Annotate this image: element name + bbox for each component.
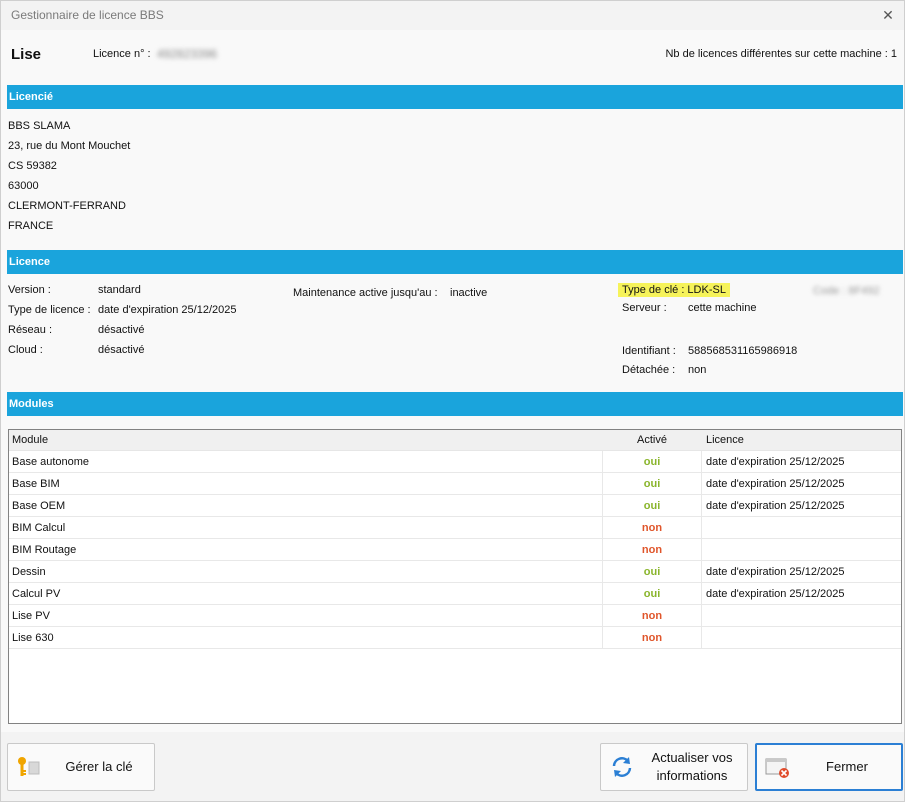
version-value: standard <box>98 284 141 296</box>
network-label: Réseau : <box>8 324 53 336</box>
section-header-modules: Modules <box>7 392 903 416</box>
key-type-highlight: Type de clé : LDK-SL <box>618 283 730 297</box>
module-licence: date d'expiration 25/12/2025 <box>706 456 845 468</box>
table-row[interactable]: BIM Routage non <box>9 539 901 561</box>
close-window-icon <box>763 752 793 782</box>
table-row[interactable]: Base BIM oui date d'expiration 25/12/202… <box>9 473 901 495</box>
maintenance-label: Maintenance active jusqu'au : <box>293 287 438 299</box>
update-info-line1: Actualiser vos <box>651 750 733 765</box>
update-info-label: Actualiser vos informations <box>637 749 747 785</box>
column-header-licence[interactable]: Licence <box>706 434 744 446</box>
table-row[interactable]: Dessin oui date d'expiration 25/12/2025 <box>9 561 901 583</box>
table-row[interactable]: BIM Calcul non <box>9 517 901 539</box>
table-row[interactable]: Lise PV non <box>9 605 901 627</box>
module-licence: date d'expiration 25/12/2025 <box>706 588 845 600</box>
address-line: 23, rue du Mont Mouchet <box>8 140 131 152</box>
address-line: CS 59382 <box>8 160 57 172</box>
close-icon[interactable]: ✕ <box>878 5 898 25</box>
module-name: Base autonome <box>12 456 90 468</box>
address-line: 63000 <box>8 180 39 192</box>
address-line: BBS SLAMA <box>8 120 71 132</box>
module-status: non <box>602 627 702 648</box>
module-name: BIM Routage <box>12 544 77 556</box>
server-value: cette machine <box>688 302 757 314</box>
server-label: Serveur : <box>622 302 667 314</box>
table-header: Module Activé Licence <box>9 430 901 451</box>
section-header-licencie: Licencié <box>7 85 903 109</box>
module-name: Base OEM <box>12 500 66 512</box>
key-icon <box>14 752 44 782</box>
detached-label: Détachée : <box>622 364 676 376</box>
licence-number-label: Licence n° : <box>93 48 151 60</box>
cloud-label: Cloud : <box>8 344 43 356</box>
section-header-licence: Licence <box>7 250 903 274</box>
manage-key-button[interactable]: Gérer la clé <box>7 743 155 791</box>
title-bar: Gestionnaire de licence BBS ✕ <box>1 1 904 30</box>
network-value: désactivé <box>98 324 145 336</box>
module-name: BIM Calcul <box>12 522 66 534</box>
module-status: oui <box>602 583 702 604</box>
licence-type-label: Type de licence : <box>8 304 91 316</box>
key-code: Code : 8F492 <box>813 285 880 297</box>
window-title: Gestionnaire de licence BBS <box>11 8 164 22</box>
manage-key-label: Gérer la clé <box>65 759 133 774</box>
module-licence: date d'expiration 25/12/2025 <box>706 478 845 490</box>
licence-type-value: date d'expiration 25/12/2025 <box>98 304 237 316</box>
module-name: Dessin <box>12 566 46 578</box>
module-status: oui <box>602 561 702 582</box>
module-status: oui <box>602 473 702 494</box>
version-label: Version : <box>8 284 51 296</box>
address-line: FRANCE <box>8 220 54 232</box>
close-button[interactable]: Fermer <box>755 743 903 791</box>
module-licence: date d'expiration 25/12/2025 <box>706 566 845 578</box>
update-info-line2: informations <box>656 768 728 783</box>
update-info-button[interactable]: Actualiser vos informations <box>600 743 748 791</box>
table-row[interactable]: Calcul PV oui date d'expiration 25/12/20… <box>9 583 901 605</box>
module-status: oui <box>602 451 702 472</box>
module-status: oui <box>602 495 702 516</box>
module-status: non <box>602 517 702 538</box>
refresh-icon <box>607 752 637 782</box>
module-name: Lise PV <box>12 610 50 622</box>
content-area: Lise Licence n° : 492823396 Nb de licenc… <box>1 30 904 732</box>
identifier-label: Identifiant : <box>622 345 676 357</box>
module-name: Calcul PV <box>12 588 61 600</box>
module-status: non <box>602 605 702 626</box>
app-name: Lise <box>11 46 42 63</box>
module-status: non <box>602 539 702 560</box>
module-licence: date d'expiration 25/12/2025 <box>706 500 845 512</box>
maintenance-value: inactive <box>450 287 488 299</box>
address-line: CLERMONT-FERRAND <box>8 200 126 212</box>
detached-value: non <box>688 364 707 376</box>
column-header-module[interactable]: Module <box>12 434 48 446</box>
column-header-active[interactable]: Activé <box>637 434 667 446</box>
module-name: Lise 630 <box>12 632 54 644</box>
licence-number-value: 492823396 <box>157 47 218 61</box>
license-manager-window: Gestionnaire de licence BBS ✕ Lise Licen… <box>0 0 905 802</box>
table-row[interactable]: Base OEM oui date d'expiration 25/12/202… <box>9 495 901 517</box>
close-label: Fermer <box>826 759 868 774</box>
cloud-value: désactivé <box>98 344 145 356</box>
identifier-value: 588568531165986918 <box>688 345 798 357</box>
table-row[interactable]: Lise 630 non <box>9 627 901 649</box>
table-row[interactable]: Base autonome oui date d'expiration 25/1… <box>9 451 901 473</box>
licence-count: Nb de licences différentes sur cette mac… <box>665 48 897 60</box>
modules-table[interactable]: Module Activé Licence Base autonome oui … <box>8 429 902 724</box>
module-name: Base BIM <box>12 478 60 490</box>
